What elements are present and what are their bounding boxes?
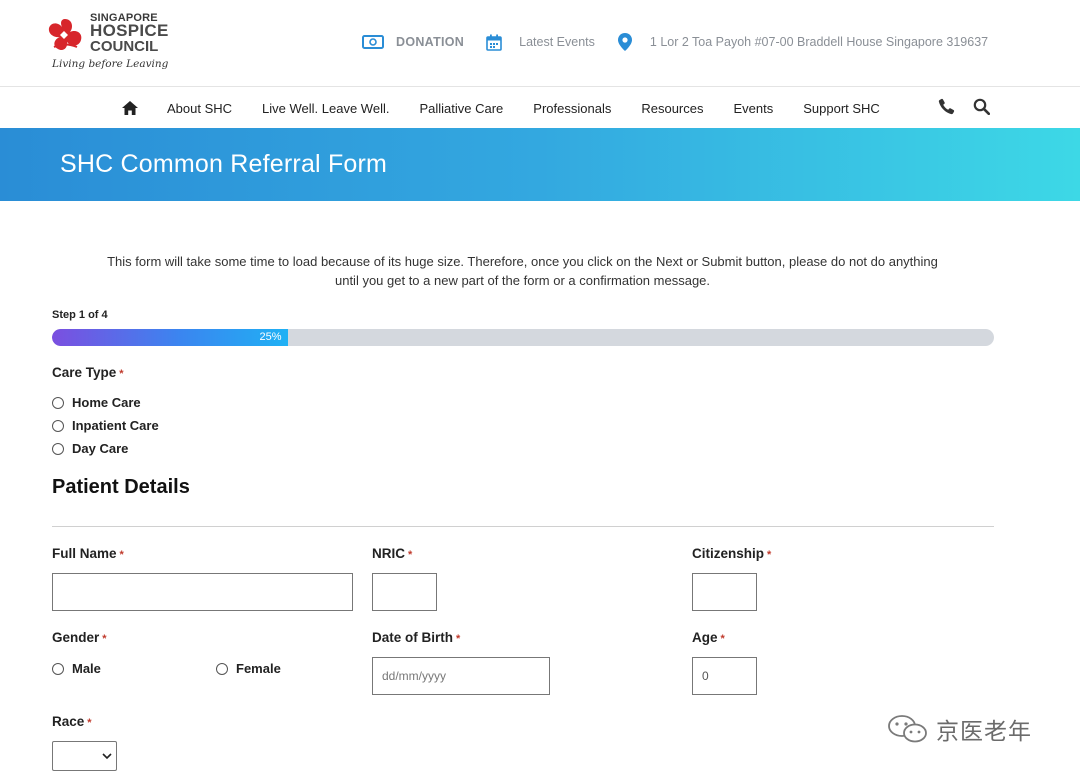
required-marker: *	[119, 368, 124, 380]
nav-item-about[interactable]: About SHC	[167, 101, 232, 116]
nav-item-events[interactable]: Events	[733, 101, 773, 116]
nav-item-resources[interactable]: Resources	[641, 101, 703, 116]
phone-icon[interactable]	[938, 98, 955, 115]
calendar-icon	[486, 34, 502, 51]
radio-inpatient-care[interactable]: Inpatient Care	[52, 418, 159, 433]
radio-button[interactable]	[216, 662, 228, 675]
nav-item-live-well[interactable]: Live Well. Leave Well.	[262, 101, 389, 116]
hospice-flower-logo-icon	[48, 19, 82, 51]
radio-label: Male	[72, 661, 101, 676]
radio-female[interactable]: Female	[216, 661, 281, 676]
wechat-icon	[888, 715, 927, 743]
main-navigation: About SHC Live Well. Leave Well. Palliat…	[0, 88, 1080, 128]
nav-item-professionals[interactable]: Professionals	[533, 101, 611, 116]
latest-events-label: Latest Events	[519, 35, 595, 49]
search-icon[interactable]	[973, 98, 990, 115]
required-marker: *	[456, 633, 461, 645]
wechat-watermark: 京医老年	[886, 712, 1032, 746]
logo-text-council: COUNCIL	[90, 38, 159, 55]
radio-label: Day Care	[72, 441, 129, 456]
radio-button[interactable]	[52, 662, 64, 675]
page-title: SHC Common Referral Form	[60, 150, 388, 178]
full-name-label-text: Full Name	[52, 546, 117, 561]
progress-percent: 25%	[259, 331, 282, 343]
progress-fill: 25%	[52, 329, 288, 346]
latest-events-link[interactable]: Latest Events	[486, 34, 595, 51]
nric-label-text: NRIC	[372, 546, 405, 561]
nav-item-palliative-care[interactable]: Palliative Care	[419, 101, 503, 116]
radio-label: Inpatient Care	[72, 418, 159, 433]
form-progress-bar: 25%	[52, 329, 994, 346]
site-header: SINGAPORE HOSPICE COUNCIL Living before …	[0, 0, 1080, 87]
dob-label-text: Date of Birth	[372, 630, 453, 645]
site-logo[interactable]: SINGAPORE HOSPICE COUNCIL Living before …	[46, 12, 176, 72]
radio-button[interactable]	[52, 442, 64, 455]
required-marker: *	[87, 717, 92, 729]
race-label: Race *	[52, 714, 92, 729]
radio-label: Home Care	[72, 395, 141, 410]
radio-home-care[interactable]: Home Care	[52, 395, 141, 410]
nric-label: NRIC *	[372, 546, 412, 561]
required-marker: *	[119, 549, 124, 561]
nric-input[interactable]	[372, 573, 437, 611]
radio-button[interactable]	[52, 419, 64, 432]
age-input[interactable]: 0	[692, 657, 757, 695]
radio-label: Female	[236, 661, 281, 676]
address-info: 1 Lor 2 Toa Payoh #07-00 Braddell House …	[617, 33, 989, 51]
required-marker: *	[102, 633, 107, 645]
section-divider	[52, 526, 994, 527]
page-banner: SHC Common Referral Form	[0, 128, 1080, 201]
race-select[interactable]	[52, 741, 117, 771]
care-type-label: Care Type *	[52, 365, 124, 380]
logo-tagline: Living before Leaving	[52, 58, 169, 70]
home-icon[interactable]	[122, 101, 138, 115]
citizenship-input[interactable]	[692, 573, 757, 611]
full-name-label: Full Name *	[52, 546, 124, 561]
gender-label: Gender *	[52, 630, 107, 645]
required-marker: *	[767, 549, 772, 561]
nav-links: About SHC Live Well. Leave Well. Palliat…	[167, 88, 910, 128]
map-pin-icon	[617, 33, 632, 51]
date-of-birth-input[interactable]: dd/mm/yyyy	[372, 657, 550, 695]
dob-label: Date of Birth *	[372, 630, 460, 645]
care-type-label-text: Care Type	[52, 365, 117, 380]
nav-item-support[interactable]: Support SHC	[803, 101, 880, 116]
citizenship-label-text: Citizenship	[692, 546, 765, 561]
required-marker: *	[720, 633, 725, 645]
header-utility-links: DONATION Latest Events 1 Lor 2 Toa Payoh…	[362, 32, 988, 52]
money-icon	[362, 35, 384, 49]
donation-link[interactable]: DONATION	[362, 35, 464, 49]
race-label-text: Race	[52, 714, 85, 729]
form-load-notice: This form will take some time to load be…	[107, 254, 938, 288]
gender-label-text: Gender	[52, 630, 100, 645]
radio-day-care[interactable]: Day Care	[52, 441, 128, 456]
watermark-text: 京医老年	[936, 718, 1032, 744]
logo-text-hospice: HOSPICE	[90, 21, 169, 40]
address-text: 1 Lor 2 Toa Payoh #07-00 Braddell House …	[649, 35, 989, 49]
age-label-text: Age	[692, 630, 718, 645]
step-indicator: Step 1 of 4	[52, 309, 108, 321]
full-name-input[interactable]	[52, 573, 353, 611]
donation-label: DONATION	[396, 35, 465, 49]
citizenship-label: Citizenship *	[692, 546, 771, 561]
age-label: Age *	[692, 630, 725, 645]
required-marker: *	[408, 549, 413, 561]
radio-button[interactable]	[52, 396, 64, 409]
patient-details-heading: Patient Details	[52, 476, 190, 498]
chevron-down-icon	[102, 753, 112, 760]
radio-male[interactable]: Male	[52, 661, 101, 676]
